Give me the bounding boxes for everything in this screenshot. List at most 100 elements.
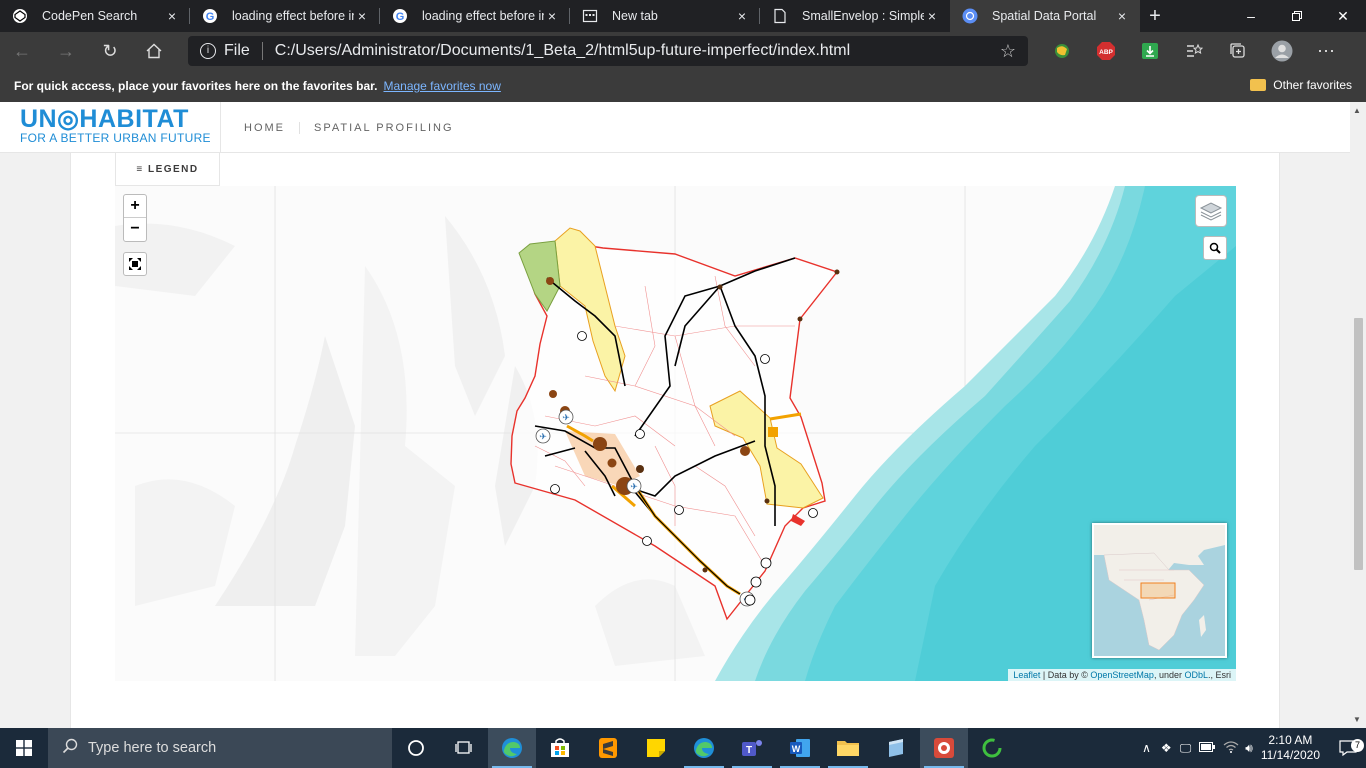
layers-icon <box>1199 202 1223 221</box>
sync-app-icon[interactable] <box>968 728 1016 768</box>
dropbox-icon[interactable]: ❖ <box>1161 741 1172 755</box>
close-window-icon[interactable]: ✕ <box>1320 0 1366 32</box>
map-canvas[interactable]: ✈ ✈ ✈ ✈ <box>115 186 1236 681</box>
legend-button[interactable]: ≡ LEGEND <box>115 153 220 186</box>
un-habitat-logo[interactable]: UN◎HABITAT FOR A BETTER URBAN FUTURE <box>20 106 211 144</box>
layers-button[interactable] <box>1195 195 1227 227</box>
nav-spatial-profiling[interactable]: SPATIAL PROFILING <box>314 122 468 134</box>
google-icon: G <box>392 8 408 24</box>
game-app-icon[interactable] <box>920 728 968 768</box>
svg-text:G: G <box>206 11 215 23</box>
show-hidden-icons[interactable]: ∧ <box>1142 741 1151 755</box>
site-icon <box>962 8 978 24</box>
restore-icon[interactable] <box>1274 0 1320 32</box>
wifi-icon[interactable] <box>1223 740 1239 756</box>
manage-favorites-link[interactable]: Manage favorites now <box>383 79 500 93</box>
favorite-star-icon[interactable]: ☆ <box>1000 41 1016 62</box>
network-alert-icon[interactable]: 🖵 <box>1180 741 1192 756</box>
tab-title: loading effect before in <box>422 9 544 23</box>
clock-time: 2:10 AM <box>1268 733 1313 747</box>
tab-spatial-data-portal[interactable]: Spatial Data Portal × <box>950 0 1140 32</box>
other-favorites-button[interactable]: Other favorites <box>1250 78 1352 92</box>
google-icon: G <box>202 8 218 24</box>
start-button[interactable] <box>0 728 48 768</box>
tab-close-icon[interactable]: × <box>164 8 180 24</box>
task-view-icon[interactable] <box>440 728 488 768</box>
new-tab-icon <box>582 8 598 24</box>
tab-smallenvelop[interactable]: SmallEnvelop : Simple F × <box>760 0 950 32</box>
tab-title: CodePen Search <box>42 9 138 23</box>
page-scrollbar[interactable]: ▲ ▼ <box>1350 102 1366 728</box>
odbl-link[interactable]: ODbL <box>1184 670 1208 680</box>
refresh-icon[interactable]: ↻ <box>88 32 132 70</box>
sticky-notes-icon[interactable] <box>632 728 680 768</box>
url-text: C:/Users/Administrator/Documents/1_Beta_… <box>274 42 851 59</box>
scroll-up-icon[interactable]: ▲ <box>1353 106 1361 115</box>
cortana-icon[interactable] <box>392 728 440 768</box>
logo-tagline: FOR A BETTER URBAN FUTURE <box>20 131 211 145</box>
tab-google-1[interactable]: G loading effect before in × <box>190 0 380 32</box>
settings-more-icon[interactable]: ⋯ <box>1304 41 1348 62</box>
tab-close-icon[interactable]: × <box>544 8 560 24</box>
nav-home[interactable]: HOME <box>244 122 300 134</box>
extension-globe-icon[interactable] <box>1040 42 1084 60</box>
adblock-plus-icon[interactable]: ABP <box>1084 41 1128 61</box>
tab-google-2[interactable]: G loading effect before in × <box>380 0 570 32</box>
file-explorer-icon[interactable] <box>824 728 872 768</box>
svg-text:ABP: ABP <box>1099 49 1113 56</box>
map-attribution: Leaflet | Data by © OpenStreetMap, under… <box>1008 669 1236 681</box>
back-icon[interactable]: ← <box>0 32 44 70</box>
edge-beta-icon[interactable] <box>680 728 728 768</box>
svg-text:G: G <box>396 11 405 23</box>
new-tab-button[interactable]: + <box>1140 0 1170 32</box>
notification-center-button[interactable]: 7 <box>1330 739 1366 756</box>
forward-icon[interactable]: → <box>44 32 88 70</box>
notes-app-icon[interactable] <box>872 728 920 768</box>
volume-icon[interactable]: 🔊︎ <box>1245 741 1253 756</box>
favorites-list-icon[interactable] <box>1172 42 1216 60</box>
clock-date: 11/14/2020 <box>1260 748 1320 762</box>
tab-close-icon[interactable]: × <box>1114 8 1130 24</box>
attribution-esri: ., Esri <box>1207 670 1231 680</box>
attribution-text: | Data by © <box>1040 670 1091 680</box>
tab-strip: CodePen Search × G loading effect before… <box>0 0 1366 32</box>
collections-icon[interactable] <box>1216 42 1260 60</box>
search-icon <box>62 738 78 758</box>
sublime-text-icon[interactable] <box>584 728 632 768</box>
leaflet-link[interactable]: Leaflet <box>1013 670 1040 680</box>
map-view[interactable]: ✈ ✈ ✈ ✈ <box>115 186 1236 681</box>
teams-icon[interactable]: T <box>728 728 776 768</box>
edge-browser-icon[interactable] <box>488 728 536 768</box>
word-icon[interactable]: W <box>776 728 824 768</box>
tab-close-icon[interactable]: × <box>924 8 940 24</box>
tab-codepen-search[interactable]: CodePen Search × <box>0 0 190 32</box>
search-icon <box>1209 242 1221 254</box>
codepen-icon <box>12 8 28 24</box>
info-icon[interactable]: i <box>200 43 216 59</box>
tab-close-icon[interactable]: × <box>354 8 370 24</box>
scrollbar-thumb[interactable] <box>1354 318 1363 570</box>
tab-new-tab[interactable]: New tab × <box>570 0 760 32</box>
fullscreen-button[interactable] <box>123 252 147 276</box>
taskbar-search[interactable]: Type here to search <box>48 728 392 768</box>
download-extension-icon[interactable] <box>1128 42 1172 60</box>
clock[interactable]: 2:10 AM 11/14/2020 <box>1261 733 1320 763</box>
store-icon[interactable] <box>536 728 584 768</box>
home-icon[interactable] <box>132 32 176 70</box>
scroll-down-icon[interactable]: ▼ <box>1353 715 1361 724</box>
zoom-out-button[interactable]: − <box>124 218 146 241</box>
minimize-icon[interactable]: – <box>1228 0 1274 32</box>
map-search-button[interactable] <box>1203 236 1227 260</box>
site-header: UN◎HABITAT FOR A BETTER URBAN FUTURE HOM… <box>0 102 1350 153</box>
logo-title: UN◎HABITAT <box>20 105 189 133</box>
address-bar[interactable]: i File C:/Users/Administrator/Documents/… <box>188 36 1028 66</box>
openstreetmap-link[interactable]: OpenStreetMap <box>1090 670 1154 680</box>
tab-title: SmallEnvelop : Simple F <box>802 9 924 23</box>
attribution-under: , under <box>1153 670 1185 680</box>
tab-close-icon[interactable]: × <box>734 8 750 24</box>
zoom-in-button[interactable]: + <box>124 195 146 218</box>
svg-text:W: W <box>792 744 801 754</box>
profile-avatar-icon[interactable] <box>1260 40 1304 62</box>
overview-minimap[interactable] <box>1092 523 1227 658</box>
battery-icon[interactable] <box>1199 741 1216 755</box>
